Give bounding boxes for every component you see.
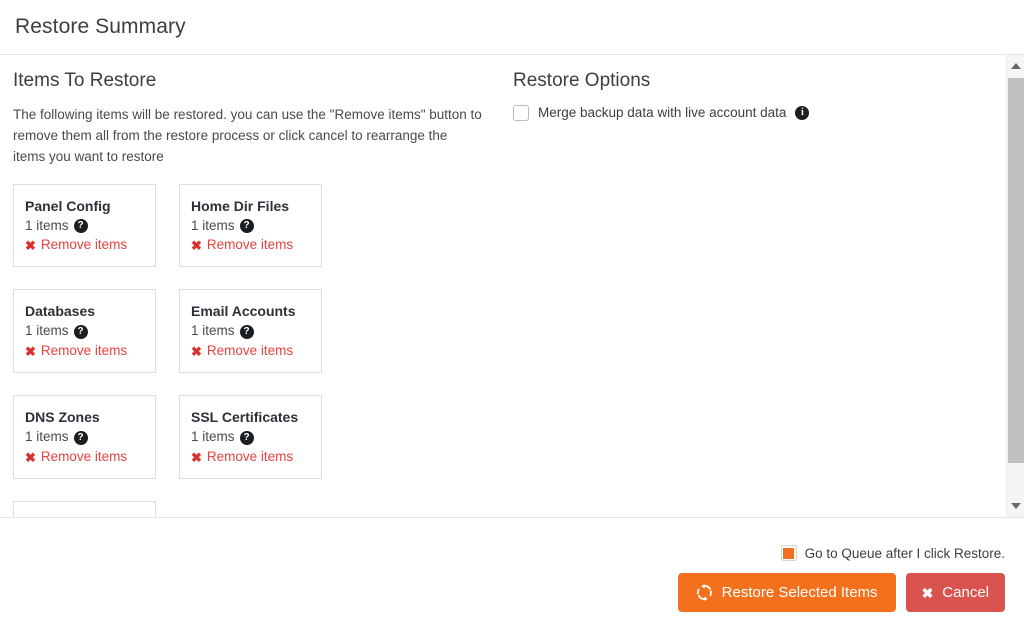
modal-footer: Go to Queue after I click Restore. Resto… (0, 518, 1024, 629)
remove-items-label: Remove items (40, 449, 128, 465)
footer-button-row: Restore Selected Items ✖ Cancel (0, 561, 1006, 612)
help-icon[interactable]: ? (73, 324, 88, 339)
close-icon: ✖ (191, 450, 202, 466)
sync-icon (696, 584, 713, 601)
remove-items-button[interactable]: ✖ Remove items (25, 449, 144, 466)
scroll-down-button[interactable] (1007, 497, 1024, 514)
chevron-up-icon (1010, 62, 1021, 69)
item-card-count: 1 items ? (191, 218, 310, 235)
close-icon: ✖ (921, 584, 934, 601)
help-icon[interactable]: ? (239, 219, 254, 234)
item-count-text: 1 items (191, 323, 235, 339)
item-card-count: 1 items ? (191, 429, 310, 446)
cancel-button[interactable]: ✖ Cancel (905, 573, 1005, 612)
merge-backup-checkbox[interactable] (513, 104, 529, 121)
help-icon[interactable]: ? (239, 324, 254, 339)
restore-options-panel: Restore Options Merge backup data with l… (500, 63, 1006, 517)
restore-selected-items-button[interactable]: Restore Selected Items (677, 573, 896, 612)
item-card-count: 1 items ? (25, 429, 144, 446)
item-card-count: 1 items ? (25, 323, 144, 340)
remove-items-label: Remove items (206, 449, 294, 465)
item-card-title: Databases (25, 303, 96, 320)
go-to-queue-label: Go to Queue after I click Restore. (804, 545, 1005, 561)
item-count-text: 1 items (25, 429, 69, 445)
remove-items-button[interactable]: ✖ Remove items (191, 449, 310, 466)
remove-items-label: Remove items (206, 343, 294, 359)
item-card[interactable]: Database Users 3 items ? ✖ Remove items (13, 501, 156, 517)
item-card[interactable]: Databases 1 items ? ✖ Remove items (13, 289, 156, 374)
remove-items-button[interactable]: ✖ Remove items (25, 343, 144, 360)
item-card[interactable]: Email Accounts 1 items ? ✖ Remove items (179, 289, 322, 374)
remove-items-button[interactable]: ✖ Remove items (25, 237, 144, 254)
vertical-scrollbar[interactable] (1006, 55, 1024, 517)
go-to-queue-row[interactable]: Go to Queue after I click Restore. (0, 518, 1006, 561)
page-title: Restore Summary (15, 15, 186, 39)
items-to-restore-panel: Items To Restore The following items wil… (0, 63, 500, 517)
scrollbar-thumb[interactable] (1008, 78, 1024, 463)
chevron-down-icon (1010, 502, 1021, 509)
merge-backup-label: Merge backup data with live account data (538, 105, 787, 121)
remove-items-label: Remove items (40, 237, 128, 253)
close-icon: ✖ (25, 450, 36, 466)
restore-button-label: Restore Selected Items (721, 584, 878, 601)
restore-summary-modal: Restore Summary Items To Restore The fol… (0, 0, 1024, 629)
modal-body: Items To Restore The following items wil… (0, 55, 1024, 518)
remove-items-label: Remove items (206, 237, 294, 253)
items-description: The following items will be restored. yo… (13, 106, 482, 164)
info-icon[interactable]: i (795, 105, 810, 120)
checkbox-fill (783, 547, 795, 559)
go-to-queue-checkbox[interactable] (780, 545, 797, 561)
item-card-count: 1 items ? (25, 218, 144, 235)
item-card-list: Panel Config 1 items ? ✖ Remove items Ho… (13, 183, 486, 517)
item-card-title: Email Accounts (191, 303, 296, 320)
item-card[interactable]: DNS Zones 1 items ? ✖ Remove items (13, 395, 156, 479)
scroll-up-button[interactable] (1007, 57, 1024, 74)
help-icon[interactable]: ? (239, 430, 254, 445)
help-icon[interactable]: ? (73, 219, 88, 234)
item-count-text: 1 items (25, 323, 69, 339)
item-card-count: 1 items ? (191, 323, 310, 340)
close-icon: ✖ (25, 344, 36, 360)
item-card-title: DNS Zones (25, 409, 100, 426)
close-icon: ✖ (25, 238, 36, 254)
scroll-content: Items To Restore The following items wil… (0, 55, 1006, 517)
remove-items-button[interactable]: ✖ Remove items (191, 237, 310, 254)
modal-header: Restore Summary (0, 0, 1024, 55)
close-icon: ✖ (191, 344, 202, 360)
item-count-text: 1 items (191, 217, 235, 233)
item-count-text: 1 items (191, 429, 235, 445)
item-card[interactable]: Home Dir Files 1 items ? ✖ Remove items (179, 183, 322, 268)
help-icon[interactable]: ? (73, 430, 88, 445)
item-card-title: Home Dir Files (191, 197, 290, 214)
item-card[interactable]: Panel Config 1 items ? ✖ Remove items (13, 183, 156, 268)
item-card[interactable]: SSL Certificates 1 items ? ✖ Remove item… (179, 395, 322, 479)
remove-items-label: Remove items (40, 343, 128, 359)
merge-backup-option-row[interactable]: Merge backup data with live account data… (513, 104, 992, 121)
item-card-title: Panel Config (25, 197, 111, 214)
close-icon: ✖ (191, 238, 202, 254)
options-section-title: Restore Options (513, 70, 651, 91)
item-card-title: SSL Certificates (191, 409, 299, 426)
items-section-title: Items To Restore (13, 70, 157, 91)
item-count-text: 1 items (25, 217, 69, 233)
remove-items-button[interactable]: ✖ Remove items (191, 343, 310, 360)
cancel-button-label: Cancel (942, 584, 989, 601)
